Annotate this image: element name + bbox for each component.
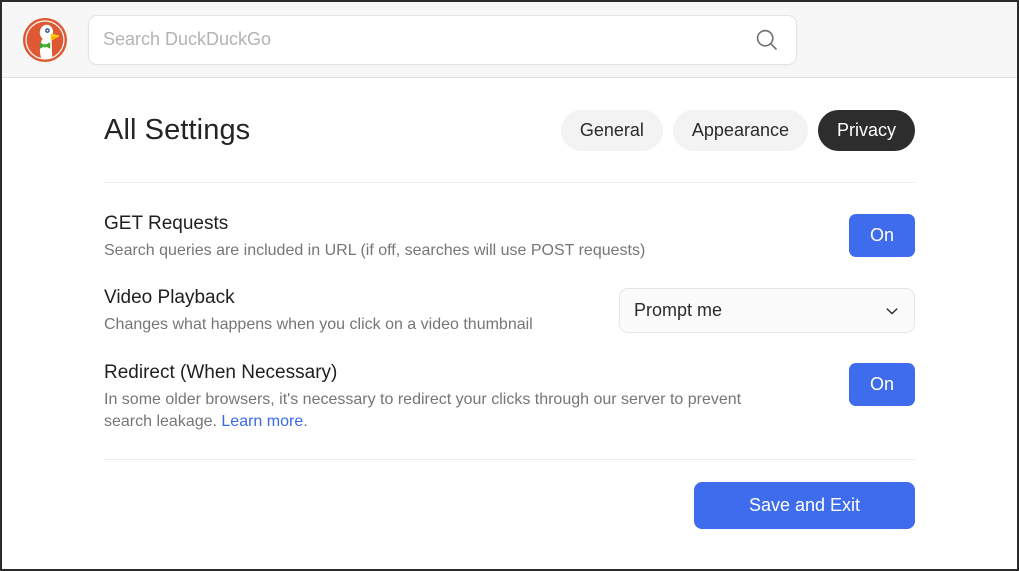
- divider-bottom: [104, 459, 915, 461]
- logo-container[interactable]: [2, 17, 88, 63]
- title-row: All Settings General Appearance Privacy: [26, 79, 993, 182]
- setting-label-get-requests: GET Requests: [104, 213, 229, 234]
- select-value: Prompt me: [634, 300, 723, 321]
- search-icon[interactable]: [755, 28, 779, 52]
- learn-more-link[interactable]: Learn more: [221, 413, 303, 430]
- search-input[interactable]: [89, 15, 796, 64]
- footer-actions: Save and Exit: [26, 482, 993, 530]
- setting-text: Video Playback Changes what happens when…: [104, 286, 533, 336]
- chevron-down-icon[interactable]: [884, 303, 900, 319]
- save-and-exit-button[interactable]: Save and Exit: [694, 482, 915, 530]
- setting-row-get-requests: GET Requests Search queries are included…: [104, 183, 915, 262]
- settings-list: GET Requests Search queries are included…: [26, 183, 993, 434]
- setting-text: GET Requests Search queries are included…: [104, 212, 645, 262]
- search-box[interactable]: [88, 14, 797, 65]
- tab-appearance[interactable]: Appearance: [672, 110, 808, 151]
- duckduckgo-duck-logo: [23, 17, 67, 62]
- setting-description-get-requests: Search queries are included in URL (if o…: [104, 241, 646, 259]
- control-slot: Prompt me: [619, 286, 915, 334]
- tab-general[interactable]: General: [560, 110, 663, 151]
- setting-row-redirect: Redirect (When Necessary) In some older …: [104, 337, 915, 434]
- setting-label-video-playback: Video Playback: [104, 287, 235, 309]
- page-title: All Settings: [104, 114, 251, 146]
- settings-window: All Settings General Appearance Privacy …: [0, 0, 1019, 571]
- select-video-playback[interactable]: Prompt me: [619, 288, 915, 334]
- setting-label-redirect: Redirect (When Necessary): [104, 361, 338, 383]
- app-header: [2, 2, 1017, 78]
- control-slot: On: [849, 361, 915, 406]
- setting-description-redirect-part1: In some older browsers, it's necessary t…: [104, 390, 742, 431]
- setting-row-video-playback: Video Playback Changes what happens when…: [104, 262, 915, 336]
- tab-privacy[interactable]: Privacy: [817, 110, 915, 151]
- toggle-redirect[interactable]: On: [849, 362, 915, 406]
- settings-content: All Settings General Appearance Privacy …: [2, 79, 1017, 569]
- setting-description-redirect-part2: .: [303, 413, 308, 431]
- control-slot: On: [849, 212, 915, 257]
- setting-description-redirect: In some older browsers, it's necessary t…: [104, 389, 744, 434]
- settings-tabs: General Appearance Privacy: [560, 110, 915, 151]
- toggle-get-requests[interactable]: On: [849, 214, 915, 257]
- setting-description-video-playback: Changes what happens when you click on a…: [104, 316, 533, 334]
- setting-text: Redirect (When Necessary) In some older …: [104, 361, 744, 434]
